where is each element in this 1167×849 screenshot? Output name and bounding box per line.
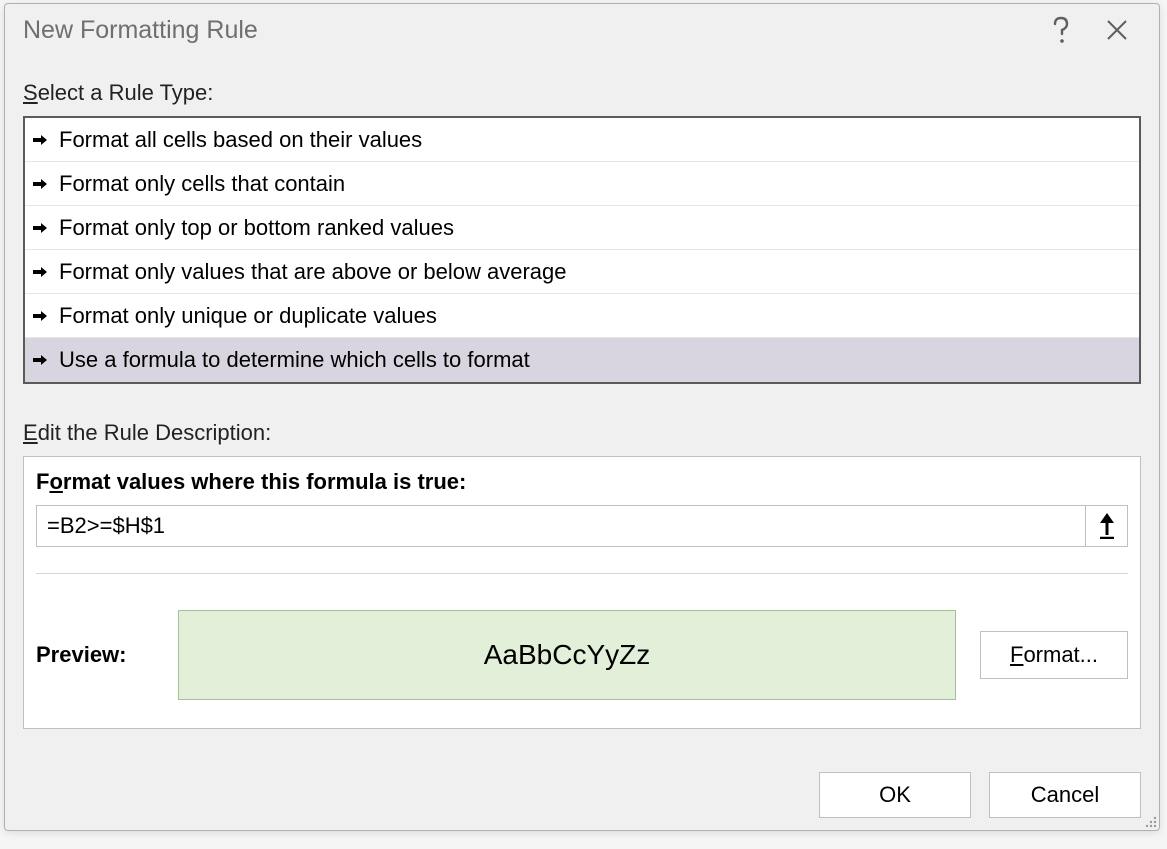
- bullet-icon: [33, 267, 53, 277]
- help-icon[interactable]: [1033, 9, 1089, 51]
- preview-sample-text: AaBbCcYyZz: [484, 639, 651, 671]
- rule-type-label: Format only cells that contain: [59, 171, 345, 197]
- rule-type-item[interactable]: Format only cells that contain: [25, 162, 1139, 206]
- titlebar: New Formatting Rule: [5, 4, 1159, 56]
- divider: [36, 573, 1128, 574]
- format-button[interactable]: Format...: [980, 631, 1128, 679]
- rule-type-label: Format only top or bottom ranked values: [59, 215, 454, 241]
- cancel-button[interactable]: Cancel: [989, 772, 1141, 818]
- bullet-icon: [33, 311, 53, 321]
- formula-row: [36, 505, 1128, 547]
- range-picker-icon[interactable]: [1086, 505, 1128, 547]
- select-rule-type-label: Select a Rule Type:: [23, 80, 1141, 106]
- bullet-icon: [33, 223, 53, 233]
- preview-sample-box: AaBbCcYyZz: [178, 610, 956, 700]
- edit-rule-description-label: Edit the Rule Description:: [23, 420, 1141, 446]
- rule-type-item[interactable]: Format only unique or duplicate values: [25, 294, 1139, 338]
- bullet-icon: [33, 179, 53, 189]
- rule-type-item[interactable]: Format only top or bottom ranked values: [25, 206, 1139, 250]
- rule-type-item[interactable]: Format all cells based on their values: [25, 118, 1139, 162]
- rule-type-item[interactable]: Format only values that are above or bel…: [25, 250, 1139, 294]
- dialog-content: Select a Rule Type: Format all cells bas…: [5, 56, 1159, 758]
- edit-rule-box: Format values where this formula is true…: [23, 456, 1141, 729]
- formula-input[interactable]: [36, 505, 1086, 547]
- close-icon[interactable]: [1089, 9, 1145, 51]
- rule-type-label: Use a formula to determine which cells t…: [59, 347, 530, 373]
- rule-type-label: Format only unique or duplicate values: [59, 303, 437, 329]
- preview-row: Preview: AaBbCcYyZz Format...: [36, 610, 1128, 700]
- bullet-icon: [33, 135, 53, 145]
- preview-label: Preview:: [36, 642, 154, 668]
- rule-type-list[interactable]: Format all cells based on their values F…: [23, 116, 1141, 384]
- ok-button[interactable]: OK: [819, 772, 971, 818]
- bullet-icon: [33, 355, 53, 365]
- formula-heading: Format values where this formula is true…: [36, 469, 1128, 495]
- rule-type-label: Format all cells based on their values: [59, 127, 422, 153]
- dialog-title: New Formatting Rule: [23, 16, 1033, 45]
- dialog-footer: OK Cancel: [5, 758, 1159, 830]
- rule-type-label: Format only values that are above or bel…: [59, 259, 567, 285]
- new-formatting-rule-dialog: New Formatting Rule Select a Rule Type: …: [4, 3, 1160, 831]
- rule-type-item[interactable]: Use a formula to determine which cells t…: [25, 338, 1139, 382]
- resize-handle-icon[interactable]: [1143, 814, 1157, 828]
